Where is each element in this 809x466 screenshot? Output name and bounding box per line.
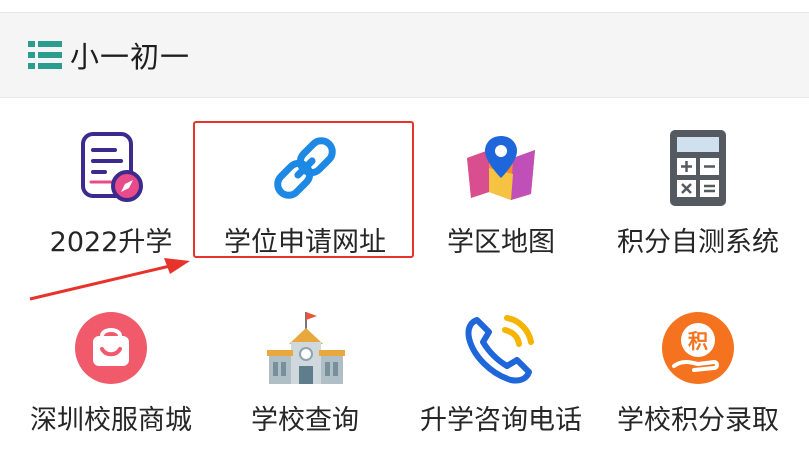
- red-arrow-icon: [29, 258, 190, 301]
